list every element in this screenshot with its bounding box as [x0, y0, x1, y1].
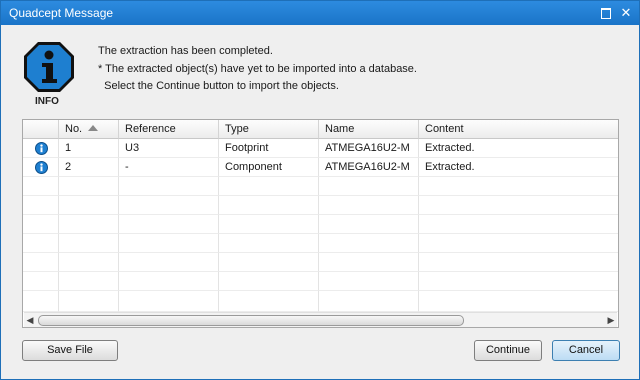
save-file-button[interactable]: Save File [22, 340, 118, 361]
info-octagon-icon [24, 42, 74, 92]
info-label: INFO [35, 96, 59, 107]
close-icon[interactable]: ✕ [619, 6, 633, 20]
message-line-1: The extraction has been completed. [98, 45, 273, 57]
column-header-reference[interactable]: Reference [119, 120, 219, 139]
column-header-type[interactable]: Type [219, 120, 319, 139]
column-header-icon[interactable] [23, 120, 59, 139]
sort-ascending-icon [88, 125, 99, 131]
cell-content: Extracted. [419, 158, 618, 177]
cell-name: ATMEGA16U2-M [319, 139, 419, 158]
message-line-2: * The extracted object(s) have yet to be… [98, 63, 417, 75]
cell-name: ATMEGA16U2-M [319, 158, 419, 177]
cell-type: Footprint [219, 139, 319, 158]
horizontal-scrollbar[interactable]: ◀ ▶ [24, 312, 617, 327]
info-icon [35, 142, 48, 155]
scroll-right-icon[interactable]: ▶ [605, 313, 617, 327]
cell-type: Component [219, 158, 319, 177]
message-line-3: Select the Continue button to import the… [98, 80, 339, 92]
cell-no: 1 [59, 139, 119, 158]
cell-content: Extracted. [419, 139, 618, 158]
column-header-content[interactable]: Content [419, 120, 618, 139]
cell-reference: U3 [119, 139, 219, 158]
scroll-left-icon[interactable]: ◀ [24, 313, 36, 327]
continue-button[interactable]: Continue [474, 340, 542, 361]
title-bar[interactable]: Quadcept Message ✕ [1, 1, 639, 25]
window-title: Quadcept Message [9, 6, 114, 20]
cell-reference: - [119, 158, 219, 177]
results-table[interactable]: No. Reference Type Name Content 1 U3 Foo… [22, 119, 619, 328]
scrollbar-thumb[interactable] [38, 315, 464, 326]
column-header-no[interactable]: No. [59, 120, 119, 139]
message-dialog: Quadcept Message ✕ INFO The extraction h… [0, 0, 640, 380]
cancel-button[interactable]: Cancel [552, 340, 620, 361]
cell-no: 2 [59, 158, 119, 177]
maximize-icon[interactable] [599, 6, 613, 20]
column-header-name[interactable]: Name [319, 120, 419, 139]
info-icon [35, 161, 48, 174]
